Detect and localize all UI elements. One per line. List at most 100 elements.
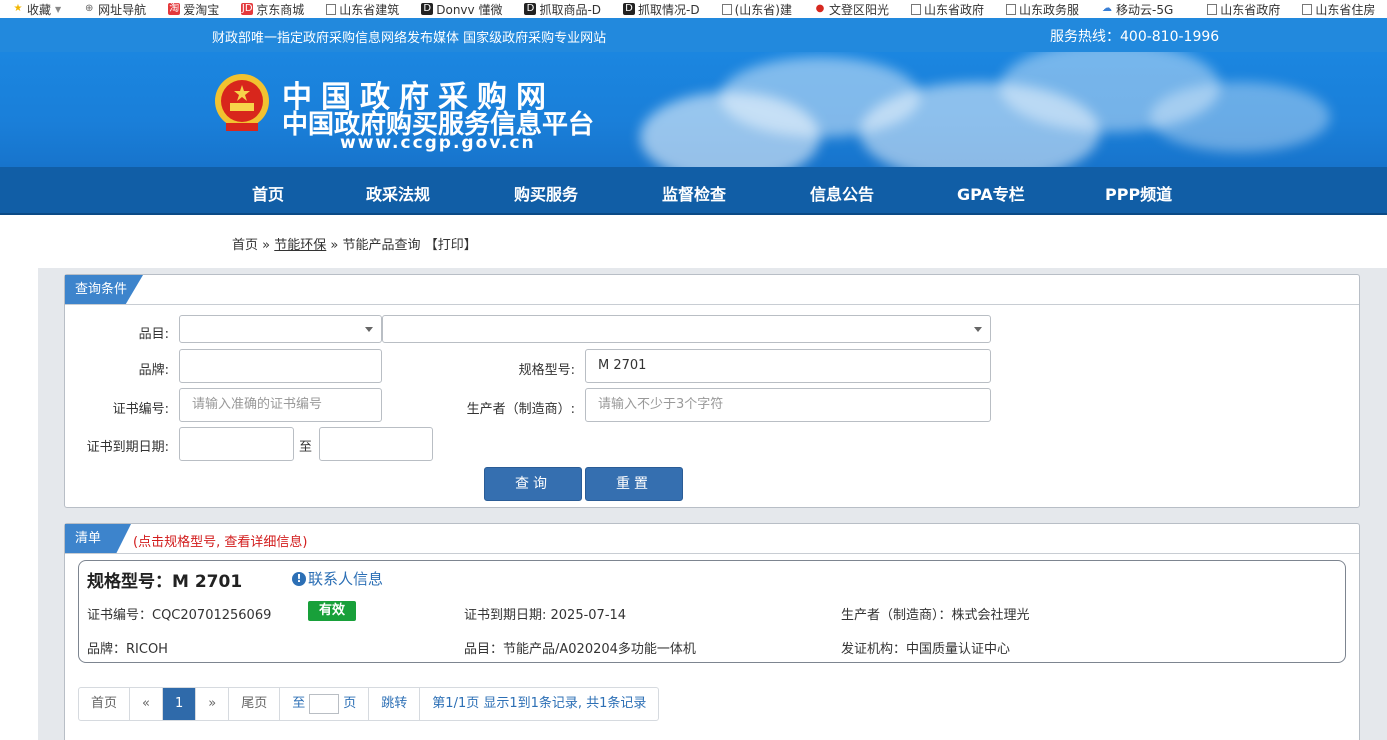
cloud-icon: ☁ — [1102, 3, 1113, 14]
bookmark-item[interactable]: JD 京东商城 — [241, 1, 304, 18]
results-panel-tag: 清单 — [65, 524, 131, 553]
page-prev-button[interactable]: « — [130, 688, 163, 720]
nav-announcements[interactable]: 信息公告 — [810, 181, 874, 205]
site-banner: 中国政府采购网 中国政府购买服务信息平台 www.ccgp.gov.cn — [0, 52, 1387, 167]
bookmark-item[interactable]: 山东省建筑 — [326, 1, 399, 18]
manufacturer-input[interactable]: 请输入不少于3个字符 — [585, 388, 991, 422]
page-icon — [1207, 3, 1218, 15]
globe-icon: ⊕ — [84, 3, 94, 14]
page-goto: 至 页 — [280, 688, 370, 720]
expiry-date-from-input[interactable] — [179, 427, 294, 461]
breadcrumb: 首页 » 节能环保 » 节能产品查询 【打印】 — [232, 238, 477, 253]
nav-home[interactable]: 首页 — [252, 181, 284, 205]
query-panel-header: 查询条件 — [65, 275, 1359, 305]
model-title-link[interactable]: 规格型号：M 2701 — [87, 567, 242, 592]
nav-regulations[interactable]: 政采法规 — [366, 181, 430, 205]
breadcrumb-current: 节能产品查询 — [342, 238, 421, 253]
bookmark-item[interactable]: D 抓取情况-D — [623, 1, 700, 18]
nav-gpa[interactable]: GPA专栏 — [957, 181, 1025, 205]
manufacturer-label: 生产者（制造商）: — [466, 402, 575, 417]
d-icon: D — [623, 3, 636, 15]
bookmark-item[interactable]: 淘爱淘宝 — [168, 1, 219, 18]
manufacturer-value: 生产者（制造商）：株式会社理光 — [841, 608, 1030, 623]
service-hotline: 服务热线：400-810-1996 — [1050, 29, 1220, 45]
date-range-separator: 至 — [299, 440, 313, 455]
contact-info-link[interactable]: ! 联系人信息 — [292, 568, 383, 589]
reset-button[interactable]: 重置 — [585, 467, 683, 501]
results-panel-header: 清单 (点击规格型号, 查看详细信息) — [65, 524, 1359, 554]
bookmark-item[interactable]: 山东省政府 — [911, 1, 984, 18]
info-icon: ! — [292, 571, 306, 586]
nav-supervision[interactable]: 监督检查 — [662, 181, 726, 205]
category-select-secondary[interactable] — [382, 315, 991, 343]
taobao-icon: 淘 — [168, 3, 181, 15]
bookmark-item[interactable]: D 抓取商品-D — [524, 1, 601, 18]
print-link[interactable]: 【打印】 — [425, 238, 477, 253]
content-wrapper: 查询条件 品目: 品牌: 规格型号: M 2701 证书编号: 请输入准确的证书… — [38, 268, 1387, 740]
d-icon: D — [421, 3, 434, 15]
bookmark-item[interactable]: 山东省住房 — [1302, 1, 1375, 18]
bookmark-item[interactable]: ☁ 移动云-5G — [1101, 1, 1173, 18]
page-icon — [721, 3, 732, 15]
bookmark-item[interactable]: (山东省)建 — [721, 1, 792, 18]
page-number-input[interactable] — [309, 694, 340, 714]
status-badge: 有效 — [308, 601, 356, 621]
cloud-decoration — [1150, 82, 1330, 152]
cert-number-input[interactable]: 请输入准确的证书编号 — [179, 388, 382, 422]
expiry-date-value: 证书到期日期: 2025-07-14 — [464, 608, 627, 623]
results-panel: 清单 (点击规格型号, 查看详细信息) 规格型号：M 2701 ! 联系人信息 … — [64, 523, 1360, 740]
search-button[interactable]: 查询 — [484, 467, 582, 501]
expiry-date-to-input[interactable] — [319, 427, 433, 461]
d-icon: D — [524, 3, 537, 15]
cert-number-label: 证书编号: — [112, 402, 169, 417]
chevron-down-icon: ▼ — [55, 4, 62, 14]
page-icon — [1302, 3, 1313, 15]
bookmark-favorites[interactable]: ★ 收藏 ▼ — [12, 1, 62, 18]
query-panel: 查询条件 品目: 品牌: 规格型号: M 2701 证书编号: 请输入准确的证书… — [64, 274, 1360, 508]
results-hint: (点击规格型号, 查看详细信息) — [133, 535, 308, 550]
bookmark-item[interactable]: ● 文登区阳光 — [814, 1, 889, 18]
page-first-button[interactable]: 首页 — [79, 688, 131, 720]
main-nav: 首页 政采法规 购买服务 监督检查 信息公告 GPA专栏 PPP频道 — [0, 167, 1387, 215]
nav-ppp[interactable]: PPP频道 — [1105, 181, 1172, 205]
model-label: 规格型号: — [518, 363, 575, 378]
brand-value: 品牌：RICOH — [87, 642, 168, 657]
page-summary: 第1/1页 显示1到1条记录, 共1条记录 — [432, 696, 647, 711]
national-emblem-icon — [215, 74, 269, 131]
model-input[interactable]: M 2701 — [585, 349, 991, 383]
page-last-button[interactable]: 尾页 — [229, 688, 281, 720]
bookmarks-bar: ★ 收藏 ▼ ⊕ 网址导航 淘爱淘宝 JD 京东商城 山东省建筑 D Donvv 懂微 D… — [0, 0, 1387, 18]
nav-purchase-services[interactable]: 购买服务 — [514, 181, 578, 205]
jd-icon: JD — [241, 3, 254, 15]
issuer-value: 发证机构：中国质量认证中心 — [841, 642, 1011, 657]
site-slogan: 财政部唯一指定政府采购信息网络发布媒体 国家级政府采购专业网站 — [212, 31, 607, 46]
page-jump-button[interactable]: 跳转 — [369, 688, 421, 720]
bookmark-item[interactable]: 山东政务服 — [1006, 1, 1079, 18]
category-value: 品目：节能产品/A020204多功能一体机 — [464, 642, 696, 657]
bookmark-item[interactable]: D Donvv 懂微 — [421, 1, 502, 18]
page-icon — [1006, 3, 1017, 15]
star-icon: ★ — [13, 3, 23, 14]
pagination: 首页 « 1 » 尾页 至 页 跳转 第1/1页 显示1到1条记录, 共1条记录 — [78, 687, 660, 721]
expiry-date-label: 证书到期日期: — [86, 440, 169, 455]
page-icon — [911, 3, 921, 15]
page-current-button[interactable]: 1 — [162, 688, 197, 720]
category-label: 品目: — [138, 327, 169, 342]
page-next-button[interactable]: » — [196, 688, 230, 720]
category-select-primary[interactable] — [179, 315, 382, 343]
brand-label: 品牌: — [138, 363, 169, 378]
bookmark-item[interactable]: 山东省政府 — [1207, 1, 1280, 18]
chevron-down-icon — [974, 327, 982, 332]
top-strip: 财政部唯一指定政府采购信息网络发布媒体 国家级政府采购专业网站 服务热线：400… — [0, 18, 1387, 52]
site-url: www.ccgp.gov.cn — [340, 133, 536, 153]
bookmark-item[interactable]: ⊕ 网址导航 — [83, 1, 146, 18]
brand-input[interactable] — [179, 349, 382, 383]
page-icon — [326, 3, 337, 15]
query-panel-tag: 查询条件 — [65, 275, 143, 304]
emblem-icon: ● — [815, 3, 825, 14]
breadcrumb-home[interactable]: 首页 — [232, 238, 258, 253]
chevron-down-icon — [365, 327, 373, 332]
breadcrumb-section[interactable]: 节能环保 — [274, 238, 326, 253]
result-card: 规格型号：M 2701 ! 联系人信息 证书编号：CQC20701256069 … — [78, 560, 1346, 663]
cert-number-value: 证书编号：CQC20701256069 — [87, 608, 272, 623]
